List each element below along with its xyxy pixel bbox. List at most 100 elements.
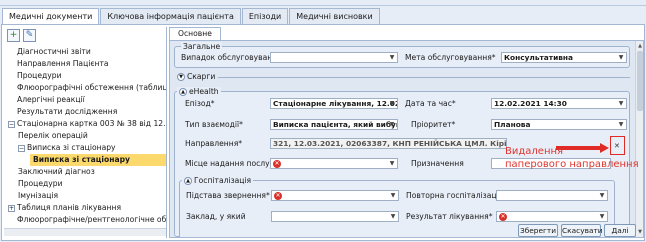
tab-episodes[interactable]: Епізоди	[241, 8, 289, 24]
case-label: Випадок обслуговування	[181, 53, 282, 62]
datetime-field[interactable]: 12.02.2021 14:30 ▼	[491, 98, 627, 109]
scroll-thumb[interactable]	[637, 51, 643, 111]
chevron-down-icon: ▼	[390, 192, 396, 199]
chevron-down-icon: ▼	[599, 213, 605, 220]
tree-item-label: Флюорографічні обстеження (таблиця)	[17, 83, 166, 92]
window-top-strip	[0, 0, 646, 6]
tree-item-label: Результати дослідження	[17, 107, 118, 116]
chevron-down-icon: ▼	[618, 100, 624, 107]
result-label: Результат лікування*	[406, 212, 493, 221]
tree-item[interactable]: Флюорографічне/рентгенологічне обстеженн…	[8, 214, 166, 226]
error-icon: ✕	[273, 160, 281, 168]
tree-item[interactable]: Процедури	[8, 70, 62, 82]
chevron-down-icon: ▼	[389, 54, 395, 61]
next-button[interactable]: Далі	[604, 224, 636, 237]
chevron-down-icon: ▼	[389, 100, 395, 107]
scroll-up-icon[interactable]: ▲	[636, 42, 643, 50]
from-facility-select[interactable]: ▼	[271, 211, 399, 222]
tree-item-label: Таблиця планів лікування	[17, 203, 122, 212]
goal-label: Мета обслуговування*	[405, 53, 496, 62]
tree-item[interactable]: Перелік операцій	[18, 130, 88, 142]
episode-label: Епізод*	[185, 99, 215, 108]
group-complaints-header[interactable]: ▼ Скарги	[177, 72, 215, 82]
tree-item[interactable]: Алергічні реакції	[8, 94, 85, 106]
chevron-up-icon: ▲	[179, 88, 187, 96]
tree-item[interactable]: + Таблиця планів лікування	[8, 202, 121, 214]
group-hospitalisation-header[interactable]: ▲ Госпіталізація	[182, 176, 254, 185]
tab-main[interactable]: Основне	[169, 27, 221, 40]
tree-item[interactable]: Діагностичні звіти	[8, 46, 91, 58]
referral-label: Направлення*	[185, 139, 243, 148]
tree-toolbar: + ✎	[4, 27, 166, 43]
annotation-arrowhead	[600, 143, 609, 153]
scroll-down-icon[interactable]: ▼	[636, 228, 643, 236]
tree-item-label: Перелік операцій	[18, 131, 88, 140]
delete-icon[interactable]: ✕	[614, 143, 620, 150]
add-document-icon[interactable]: +	[7, 28, 20, 42]
chevron-down-icon: ▼	[390, 213, 396, 220]
sub-tabs: Основне	[169, 27, 221, 40]
group-general: Загальне Випадок обслуговування ▼ Мета о…	[174, 42, 630, 68]
tree-horizontal-scrollbar[interactable]	[4, 228, 166, 236]
group-general-title: Загальне	[181, 42, 223, 51]
tree-item[interactable]: Заключний діагноз	[18, 166, 95, 178]
reason-label: Підстава звернення*	[186, 191, 270, 200]
cancel-button[interactable]: Скасувати	[561, 224, 603, 237]
delete-referral-button-highlight[interactable]: ✕	[610, 136, 625, 155]
priority-select[interactable]: Планова ▼	[491, 119, 627, 130]
tree-item-label: Алергічні реакції	[17, 95, 85, 104]
chevron-down-icon: ▼	[177, 73, 185, 81]
result-select[interactable]: ✕ ▼	[496, 211, 608, 222]
form-vertical-scrollbar[interactable]: ▲ ▼	[635, 41, 643, 237]
complaints-divider	[218, 77, 630, 78]
priority-label: Пріоритет*	[411, 120, 456, 129]
error-icon: ✕	[499, 213, 507, 221]
repeat-hosp-label: Повторна госпіталізація	[406, 191, 504, 200]
edit-document-icon[interactable]: ✎	[23, 28, 36, 42]
datetime-label: Дата та час*	[405, 99, 456, 108]
error-icon: ✕	[274, 192, 282, 200]
place-label: Місце надання послуг*	[185, 159, 278, 168]
tree-item[interactable]: Флюорографічні обстеження (таблиця)	[8, 82, 166, 94]
group-ehealth-header[interactable]: ▲ eHealth	[177, 87, 221, 96]
tab-medical-documents[interactable]: Медичні документи	[2, 8, 100, 25]
chevron-down-icon: ▼	[389, 160, 395, 167]
app-window: Медичні документи Ключова інформація пац…	[0, 0, 646, 242]
tree-item-label: Діагностичні звіти	[17, 47, 91, 56]
annotation-text-line2: паперового направлення	[505, 159, 639, 170]
tree-item-label: Процедури	[18, 179, 63, 188]
collapse-icon[interactable]: −	[18, 144, 25, 152]
save-button[interactable]: Зберегти	[518, 224, 558, 237]
tree-item[interactable]: Виписка зі стаціонару	[30, 154, 166, 166]
place-select[interactable]: ✕ ▼	[270, 158, 398, 169]
reason-select[interactable]: ✕ ▼	[271, 190, 399, 201]
tab-key-patient-info[interactable]: Ключова інформація пацієнта	[100, 8, 241, 24]
purpose-label: Призначення	[411, 159, 464, 168]
goal-select[interactable]: Консультативна ▼	[501, 52, 627, 63]
tree-item[interactable]: Процедури	[18, 178, 63, 190]
main-tabs: Медичні документи Ключова інформація пац…	[2, 8, 381, 25]
chevron-down-icon: ▼	[618, 121, 624, 128]
tree-item[interactable]: − Виписка зі стаціонару	[18, 142, 116, 154]
tree-item[interactable]: −Стаціонарна картка 003 № 38 від 12.03.2…	[8, 118, 166, 130]
main-body: + ✎ Діагностичні звіти Направлення Пацієн…	[1, 24, 645, 241]
tree-item[interactable]: Результати дослідження	[8, 106, 117, 118]
interaction-select[interactable]: Виписка пацієнта, який вибув зі с▼	[270, 119, 398, 130]
episode-select[interactable]: Стаціонарне лікування, 12.02.202▼	[270, 98, 398, 109]
document-form-panel: Основне Загальне Випадок обслуговування …	[169, 27, 644, 238]
tree-item-label: Заключний діагноз	[18, 167, 95, 176]
chevron-down-icon: ▼	[599, 192, 605, 199]
collapse-icon[interactable]: −	[8, 120, 15, 128]
referral-field[interactable]: 321, 12.03.2021, 02063387, КНП РЕНІЙСЬКА…	[270, 138, 507, 149]
tab-medical-conclusions[interactable]: Медичні висновки	[289, 8, 380, 24]
tree-item[interactable]: Імунізація	[18, 190, 58, 202]
from-facility-label: Заклад, у який	[186, 212, 246, 221]
tree-item[interactable]: Направлення Пацієнта	[8, 58, 109, 70]
expand-icon[interactable]: +	[8, 204, 15, 212]
tree-item-label: Направлення Пацієнта	[17, 59, 109, 68]
interaction-label: Тип взаємодії*	[185, 120, 243, 129]
document-tree: Діагностичні звіти Направлення Пацієнта Пр…	[4, 44, 166, 236]
repeat-hosp-select[interactable]: ▼	[496, 190, 608, 201]
tree-item-label: Виписка зі стаціонару	[33, 155, 130, 164]
case-select[interactable]: ▼	[270, 52, 398, 63]
